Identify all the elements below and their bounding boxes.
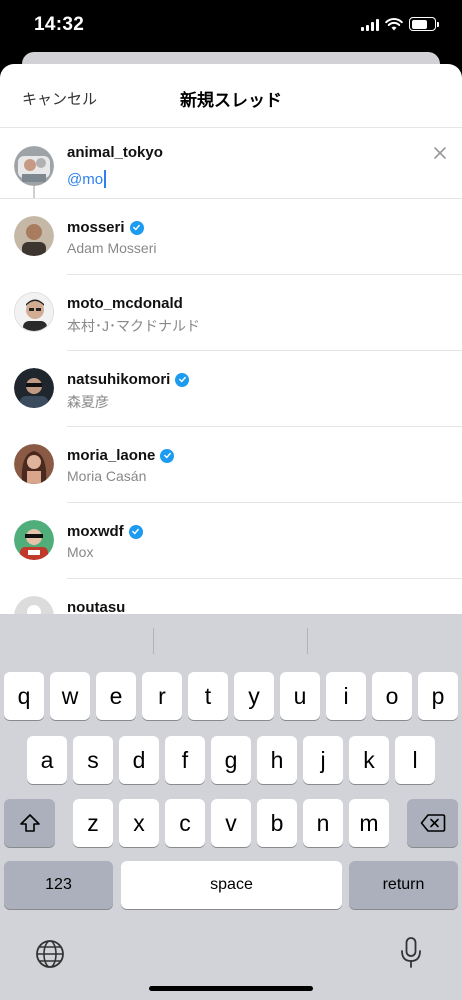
key-j[interactable]: j — [303, 736, 343, 784]
return-key[interactable]: return — [349, 861, 458, 909]
user-result-row[interactable]: mosseri Adam Mosseri — [0, 199, 462, 275]
user-result-row[interactable]: moto_mcdonald 本村･J･マクドナルド — [0, 275, 462, 351]
avatar — [14, 292, 54, 332]
key-l[interactable]: l — [395, 736, 435, 784]
thread-line — [33, 186, 35, 198]
result-fullname: Moria Casán — [67, 468, 147, 484]
key-m[interactable]: m — [349, 799, 389, 847]
status-icons — [361, 17, 439, 31]
result-fullname: 本村･J･マクドナルド — [67, 318, 200, 334]
key-c[interactable]: c — [165, 799, 205, 847]
key-o[interactable]: o — [372, 672, 412, 720]
backspace-icon — [420, 814, 445, 832]
avatar — [14, 520, 54, 560]
verified-badge-icon — [175, 372, 190, 387]
delete-key[interactable] — [407, 799, 458, 847]
new-thread-sheet: キャンセル 新規スレッド animal_tokyo @mo mosseri Ad… — [0, 64, 462, 624]
key-x[interactable]: x — [119, 799, 159, 847]
user-result-row[interactable]: natsuhikomori 森夏彦 — [0, 351, 462, 427]
sheet-header: キャンセル 新規スレッド — [0, 64, 462, 128]
key-p[interactable]: p — [418, 672, 458, 720]
page-title: 新規スレッド — [180, 91, 282, 110]
result-username: mosseri — [67, 219, 125, 236]
avatar — [14, 216, 54, 256]
result-username: natsuhikomori — [67, 371, 171, 388]
wifi-icon — [385, 17, 403, 30]
compose-username: animal_tokyo — [67, 144, 163, 161]
key-q[interactable]: q — [4, 672, 44, 720]
key-r[interactable]: r — [142, 672, 182, 720]
key-k[interactable]: k — [349, 736, 389, 784]
user-result-row[interactable]: moria_laone Moria Casán — [0, 427, 462, 503]
compose-row: animal_tokyo @mo — [0, 128, 462, 199]
shift-key[interactable] — [4, 799, 55, 847]
result-username: moto_mcdonald — [67, 295, 183, 312]
status-bar: 14:32 — [0, 0, 462, 52]
globe-icon[interactable] — [34, 938, 66, 970]
close-icon[interactable] — [432, 145, 448, 161]
keyboard: q w e r t y u i o p a s d f g h j k l z … — [0, 614, 462, 1000]
result-fullname: 森夏彦 — [67, 394, 109, 410]
result-username: moria_laone — [67, 447, 156, 464]
key-v[interactable]: v — [211, 799, 251, 847]
result-username-wrap: mosseri — [67, 219, 144, 236]
key-z[interactable]: z — [73, 799, 113, 847]
avatar — [14, 368, 54, 408]
status-time: 14:32 — [34, 14, 85, 35]
key-w[interactable]: w — [50, 672, 90, 720]
numbers-key[interactable]: 123 — [4, 861, 113, 909]
cellular-signal-icon — [361, 18, 379, 31]
verified-badge-icon — [128, 524, 143, 539]
mention-input[interactable]: @mo — [67, 170, 107, 188]
battery-icon — [409, 17, 439, 31]
verified-badge-icon — [160, 448, 175, 463]
suggestion-bar — [0, 614, 462, 669]
key-d[interactable]: d — [119, 736, 159, 784]
key-y[interactable]: y — [234, 672, 274, 720]
key-f[interactable]: f — [165, 736, 205, 784]
text-caret — [104, 170, 107, 188]
user-result-row[interactable]: moxwdf Mox — [0, 503, 462, 579]
result-username: moxwdf — [67, 523, 124, 540]
compose-avatar — [14, 146, 54, 186]
space-key[interactable]: space — [121, 861, 342, 909]
key-u[interactable]: u — [280, 672, 320, 720]
verified-badge-icon — [129, 220, 144, 235]
result-fullname: Mox — [67, 544, 94, 560]
key-n[interactable]: n — [303, 799, 343, 847]
key-i[interactable]: i — [326, 672, 366, 720]
result-username-wrap: moto_mcdonald — [67, 295, 183, 312]
home-indicator — [149, 986, 313, 991]
key-g[interactable]: g — [211, 736, 251, 784]
result-username-wrap: moria_laone — [67, 447, 175, 464]
key-b[interactable]: b — [257, 799, 297, 847]
mention-input-text: @mo — [67, 170, 104, 188]
result-username-wrap: natsuhikomori — [67, 371, 190, 388]
result-fullname: Adam Mosseri — [67, 240, 157, 256]
key-h[interactable]: h — [257, 736, 297, 784]
microphone-icon[interactable] — [398, 936, 424, 970]
key-e[interactable]: e — [96, 672, 136, 720]
shift-icon — [19, 814, 40, 832]
avatar — [14, 444, 54, 484]
result-username-wrap: moxwdf — [67, 523, 143, 540]
key-a[interactable]: a — [27, 736, 67, 784]
key-t[interactable]: t — [188, 672, 228, 720]
key-s[interactable]: s — [73, 736, 113, 784]
